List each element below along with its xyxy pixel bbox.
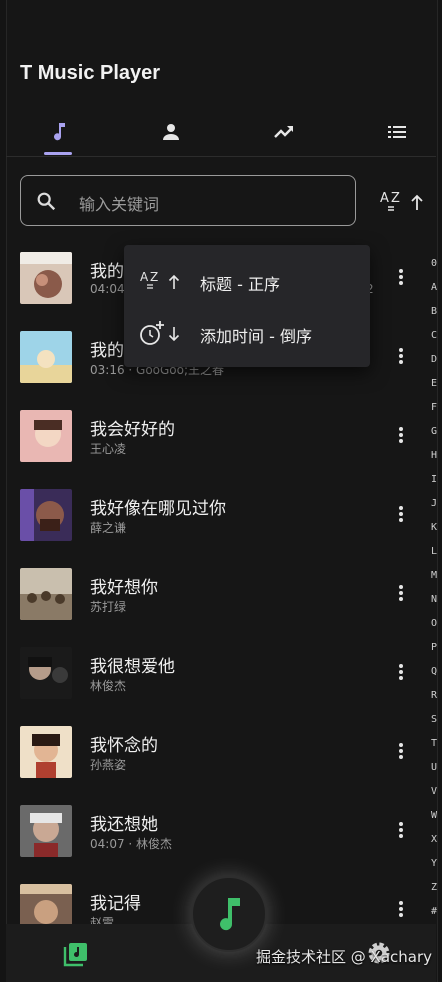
sort-menu-label: 标题 - 正序 <box>200 275 280 294</box>
index-letter[interactable]: X <box>426 828 442 852</box>
more-options-icon[interactable] <box>392 820 410 840</box>
song-row[interactable]: 我会好好的 王心凌 <box>0 398 420 477</box>
album-cover <box>20 489 72 541</box>
sort-menu-item-time-desc[interactable]: 添加时间 - 倒序 <box>124 307 370 359</box>
song-title: 我好像在哪见过你 <box>90 499 226 519</box>
index-letter[interactable]: U <box>426 756 442 780</box>
index-letter[interactable]: 0 <box>426 252 442 276</box>
song-subtitle: 王心凌 <box>90 442 127 456</box>
index-letter[interactable]: Y <box>426 852 442 876</box>
index-letter[interactable]: P <box>426 636 442 660</box>
song-title: 我的 <box>90 341 124 361</box>
person-icon <box>163 124 179 140</box>
index-letter[interactable]: M <box>426 564 442 588</box>
library-music-icon[interactable] <box>60 938 92 970</box>
trending-up-icon <box>274 126 293 138</box>
more-options-icon[interactable] <box>392 741 410 761</box>
index-letter[interactable]: # <box>426 900 442 924</box>
more-options-icon[interactable] <box>392 583 410 603</box>
song-row[interactable]: 我好像在哪见过你 薛之谦 <box>0 477 420 556</box>
music-note-icon <box>220 898 240 931</box>
song-row[interactable]: 我怀念的 孙燕姿 <box>0 714 420 793</box>
song-title: 我记得 <box>90 894 141 914</box>
more-options-icon[interactable] <box>392 504 410 524</box>
song-row[interactable]: 我还想她 04:07 · 林俊杰 <box>0 793 420 872</box>
song-title: 我很想爱他 <box>90 657 175 677</box>
tabs-divider <box>6 156 436 157</box>
search-icon <box>37 192 56 211</box>
search-input[interactable]: 输入关键词 <box>20 175 356 226</box>
index-letter[interactable]: O <box>426 612 442 636</box>
index-letter[interactable]: R <box>426 684 442 708</box>
index-letter[interactable]: W <box>426 804 442 828</box>
tab-songs[interactable] <box>29 108 89 156</box>
song-title: 我怀念的 <box>90 736 158 756</box>
tab-bar <box>0 108 442 156</box>
index-letter[interactable]: H <box>426 444 442 468</box>
svg-text:Z: Z <box>391 191 400 206</box>
index-letter[interactable]: L <box>426 540 442 564</box>
index-letter[interactable]: A <box>426 276 442 300</box>
more-options-icon[interactable] <box>392 267 410 287</box>
now-playing-button[interactable] <box>191 876 267 952</box>
tab-trending[interactable] <box>254 108 314 156</box>
tab-playlists[interactable] <box>367 108 427 156</box>
list-icon <box>388 126 406 138</box>
index-letter[interactable]: N <box>426 588 442 612</box>
svg-text:A: A <box>140 270 149 284</box>
app-title: T Music Player <box>20 62 161 84</box>
index-letter[interactable]: J <box>426 492 442 516</box>
album-cover <box>20 805 72 857</box>
index-letter[interactable]: K <box>426 516 442 540</box>
song-title: 我还想她 <box>90 815 158 835</box>
album-cover <box>20 647 72 699</box>
tab-artists[interactable] <box>141 108 201 156</box>
song-title: 我好想你 <box>90 578 158 598</box>
more-options-icon[interactable] <box>392 346 410 366</box>
sort-az-asc-icon: A Z <box>140 270 180 289</box>
song-subtitle: 04:04 <box>90 282 125 296</box>
index-letter[interactable]: C <box>426 324 442 348</box>
index-letter[interactable]: I <box>426 468 442 492</box>
album-cover <box>20 252 72 304</box>
sort-menu: A Z 标题 - 正序 添加时间 - 倒序 <box>124 245 370 367</box>
song-subtitle: 孙燕姿 <box>90 758 127 772</box>
song-row[interactable]: 我很想爱他 林俊杰 <box>0 635 420 714</box>
song-subtitle: 04:07 · 林俊杰 <box>90 837 173 851</box>
svg-text:Z: Z <box>150 270 158 284</box>
watermark-text: 掘金技术社区 @ Xachary <box>256 948 432 966</box>
album-cover <box>20 331 72 383</box>
sort-menu-label: 添加时间 - 倒序 <box>200 327 312 346</box>
active-tab-indicator <box>44 152 72 155</box>
search-placeholder: 输入关键词 <box>79 195 160 214</box>
index-letter[interactable]: Z <box>426 876 442 900</box>
album-cover <box>20 410 72 462</box>
index-letter[interactable]: S <box>426 708 442 732</box>
album-cover <box>20 568 72 620</box>
time-added-desc-icon <box>140 321 180 345</box>
alphabet-index-bar[interactable]: 0 A B C D E F G H I J K L M N O P Q R S T U V W X Y Z # <box>426 252 442 924</box>
music-note-icon <box>54 123 65 141</box>
sort-az-icon[interactable]: A Z <box>378 186 428 218</box>
more-options-icon[interactable] <box>392 662 410 682</box>
index-letter[interactable]: T <box>426 732 442 756</box>
index-letter[interactable]: F <box>426 396 442 420</box>
index-letter[interactable]: V <box>426 780 442 804</box>
song-subtitle: 薛之谦 <box>90 521 127 535</box>
more-options-icon[interactable] <box>392 899 410 919</box>
song-row[interactable]: 我好想你 苏打绿 <box>0 556 420 635</box>
index-letter[interactable]: Q <box>426 660 442 684</box>
song-title: 我会好好的 <box>90 420 175 440</box>
index-letter[interactable]: D <box>426 348 442 372</box>
more-options-icon[interactable] <box>392 425 410 445</box>
svg-text:A: A <box>380 191 389 206</box>
song-subtitle: 林俊杰 <box>90 679 127 693</box>
song-subtitle: 苏打绿 <box>90 600 127 614</box>
sort-menu-item-title-asc[interactable]: A Z 标题 - 正序 <box>124 255 370 307</box>
index-letter[interactable]: B <box>426 300 442 324</box>
index-letter[interactable]: E <box>426 372 442 396</box>
index-letter[interactable]: G <box>426 420 442 444</box>
song-title: 我的 <box>90 262 124 282</box>
album-cover <box>20 726 72 778</box>
